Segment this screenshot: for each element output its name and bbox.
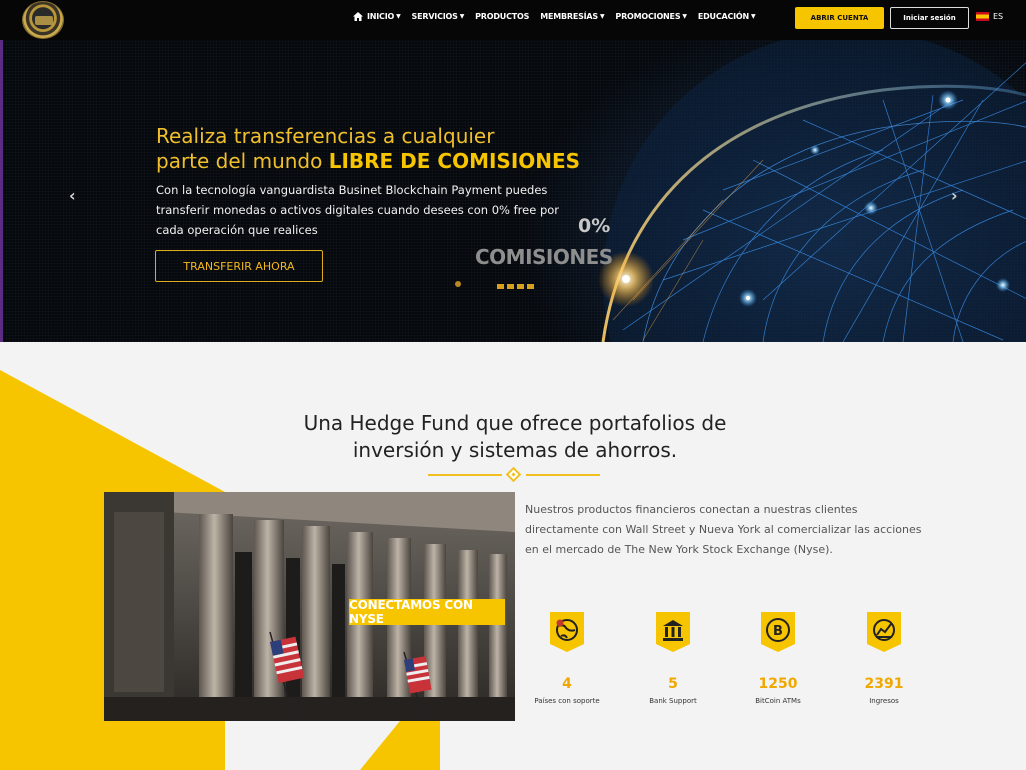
stat-banks: 5 Bank Support bbox=[633, 612, 713, 706]
nyse-badge: CONECTAMOS CON NYSE bbox=[349, 598, 505, 626]
language-label: ES bbox=[993, 12, 1004, 21]
stat-value: 2391 bbox=[864, 676, 904, 692]
nav-label: MEMBRESÍAS bbox=[540, 12, 598, 21]
stat-countries: 4 Países con soporte bbox=[527, 612, 607, 706]
chevron-left-icon[interactable]: ‹ bbox=[69, 186, 76, 205]
spain-flag-icon bbox=[976, 12, 989, 21]
section-title: Una Hedge Fund que ofrece portafolios de… bbox=[205, 410, 825, 464]
section-title-line2: inversión y sistemas de ahorros. bbox=[352, 438, 678, 462]
stat-label: BitCoin ATMs bbox=[755, 697, 801, 705]
section-title-line1: Una Hedge Fund que ofrece portafolios de bbox=[303, 411, 727, 435]
stat-label: Países con soporte bbox=[534, 697, 600, 705]
nav-label: INICIO bbox=[367, 12, 395, 21]
nav-label: PROMOCIONES bbox=[615, 12, 681, 21]
brand-logo[interactable] bbox=[22, 1, 64, 39]
transfer-now-button[interactable]: TRANSFERIR AHORA bbox=[155, 250, 323, 282]
stat-label: Ingresos bbox=[869, 697, 899, 705]
hero-graphic-word: COMISIONES bbox=[475, 245, 613, 269]
nav-label: PRODUCTOS bbox=[475, 12, 530, 21]
top-navbar: INICIO ▼ SERVICIOS ▼ PRODUCTOS MEMBRESÍAS ▼… bbox=[0, 0, 1026, 40]
nav-item-promociones[interactable]: PROMOCIONES ▼ bbox=[615, 12, 687, 21]
stat-income: 2391 Ingresos bbox=[844, 612, 924, 706]
open-account-button[interactable]: ABRIR CUENTA bbox=[795, 7, 884, 29]
slider-dot[interactable] bbox=[517, 284, 524, 289]
stat-value: 1250 bbox=[758, 676, 798, 692]
income-icon bbox=[867, 612, 901, 652]
slider-dot[interactable] bbox=[497, 284, 504, 289]
stat-value: 4 bbox=[562, 676, 572, 692]
language-selector[interactable]: ES bbox=[976, 12, 1003, 21]
hero-graphic-percent: 0% bbox=[578, 215, 611, 237]
globe-icon bbox=[550, 612, 584, 652]
hero-description: Con la tecnología vanguardista Businet B… bbox=[156, 183, 560, 237]
caret-down-icon: ▼ bbox=[682, 13, 687, 20]
nav-label: SERVICIOS bbox=[411, 12, 458, 21]
nav-item-educacion[interactable]: EDUCACIÓN ▼ bbox=[698, 12, 756, 21]
hero-title-line1: Realiza transferencias a cualquier bbox=[156, 124, 495, 148]
stat-bitcoin-atms: B 1250 BitCoin ATMs bbox=[738, 612, 818, 706]
about-description: Nuestros productos financieros conectan … bbox=[525, 503, 922, 556]
stat-label: Bank Support bbox=[649, 697, 697, 705]
caret-down-icon: ▼ bbox=[459, 13, 465, 20]
hero-title: Realiza transferencias a cualquier parte… bbox=[156, 124, 580, 174]
caret-down-icon: ▼ bbox=[600, 13, 605, 20]
stat-value: 5 bbox=[668, 676, 678, 692]
bitcoin-icon: B bbox=[761, 612, 795, 652]
caret-down-icon: ▼ bbox=[396, 13, 401, 20]
login-button[interactable]: Iniciar sesión bbox=[890, 7, 969, 29]
nav-item-membresias[interactable]: MEMBRESÍAS ▼ bbox=[540, 12, 604, 21]
chevron-right-icon[interactable]: › bbox=[951, 186, 958, 205]
nyse-building-image: CONECTAMOS CON NYSE bbox=[104, 492, 515, 721]
caret-down-icon: ▼ bbox=[751, 13, 756, 20]
hero-slider: Realiza transferencias a cualquier parte… bbox=[0, 40, 1026, 342]
hero-title-line2: parte del mundo bbox=[156, 149, 329, 173]
bank-icon bbox=[656, 612, 690, 652]
nav-item-inicio[interactable]: INICIO ▼ bbox=[353, 12, 401, 21]
nav-label: EDUCACIÓN bbox=[697, 12, 750, 21]
hero-title-highlight: LIBRE DE COMISIONES bbox=[328, 149, 581, 173]
diamond-icon bbox=[505, 466, 522, 483]
nav-item-servicios[interactable]: SERVICIOS ▼ bbox=[412, 12, 465, 21]
slider-pagination[interactable] bbox=[497, 284, 534, 289]
nav-item-productos[interactable]: PRODUCTOS bbox=[475, 12, 529, 21]
home-icon bbox=[353, 12, 363, 21]
title-divider bbox=[428, 466, 600, 483]
slider-dot[interactable] bbox=[527, 284, 534, 289]
svg-text:B: B bbox=[773, 624, 783, 639]
slider-dot[interactable] bbox=[507, 284, 514, 289]
main-menu: INICIO ▼ SERVICIOS ▼ PRODUCTOS MEMBRESÍAS ▼… bbox=[353, 12, 766, 21]
